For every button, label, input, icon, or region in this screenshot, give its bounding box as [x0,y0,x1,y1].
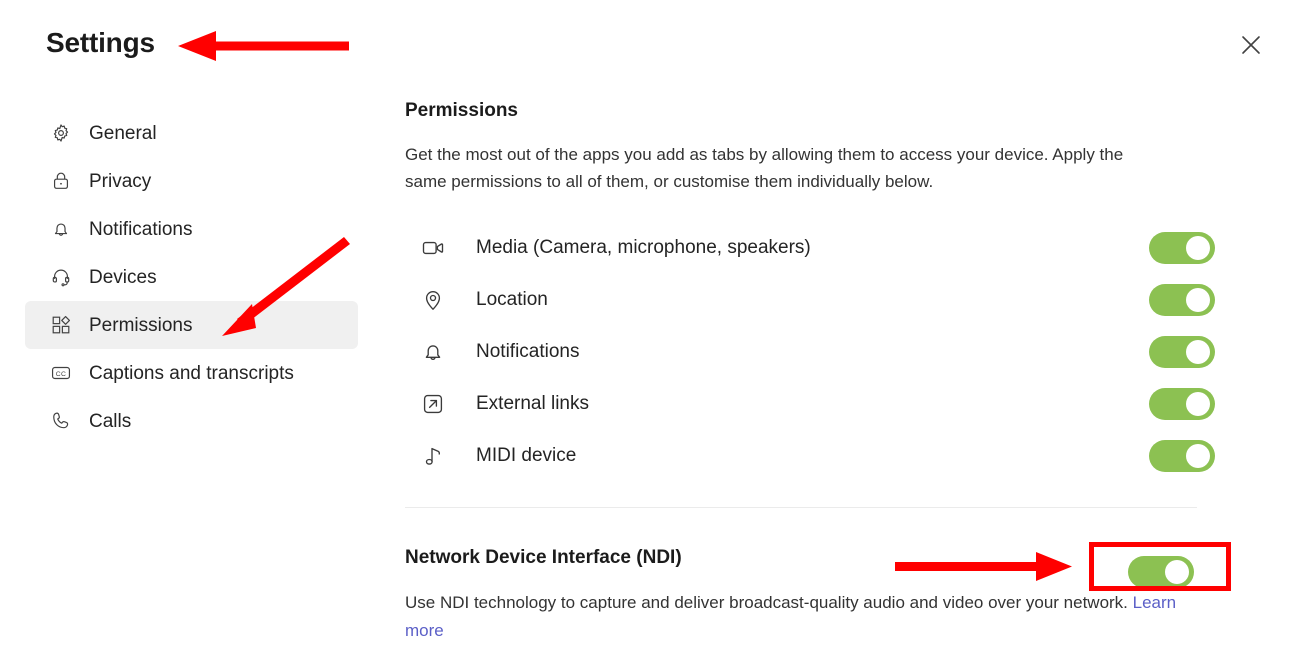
sidebar-item-notifications[interactable]: Notifications [25,205,358,253]
toggle-knob [1186,236,1210,260]
sidebar-item-devices[interactable]: Devices [25,253,358,301]
sidebar-item-label: Privacy [89,170,152,192]
page-title: Settings [46,27,155,58]
permission-list: Media (Camera, microphone, speakers) Loc… [420,222,1215,482]
sidebar-item-label: Calls [89,410,132,432]
section-divider [405,507,1197,508]
permission-row-midi-device: MIDI device [420,430,1215,482]
gear-icon [49,121,73,145]
close-icon [1240,34,1262,56]
permission-label: Media (Camera, microphone, speakers) [476,237,811,258]
permissions-description: Get the most out of the apps you add as … [405,145,1124,191]
permission-row-media: Media (Camera, microphone, speakers) [420,222,1215,274]
sidebar-item-calls[interactable]: Calls [25,397,358,445]
toggle-midi-device[interactable] [1149,440,1215,472]
sidebar-item-label: Notifications [89,218,193,240]
ndi-description-text: Use NDI technology to capture and delive… [405,593,1133,612]
sidebar-item-label: Devices [89,266,157,288]
toggle-knob [1165,560,1189,584]
toggle-knob [1186,288,1210,312]
permission-row-notifications: Notifications [420,326,1215,378]
headset-icon [49,265,73,289]
toggle-external-links[interactable] [1149,388,1215,420]
permission-row-external-links: External links [420,378,1215,430]
sidebar-item-label: Captions and transcripts [89,362,294,384]
sidebar-item-captions-and-transcripts[interactable]: CC Captions and transcripts [25,349,358,397]
ndi-section: Network Device Interface (NDI) Use NDI t… [405,548,1205,662]
sidebar-item-privacy[interactable]: Privacy [25,157,358,205]
external-link-icon [420,391,446,417]
toggle-ndi[interactable] [1128,556,1194,588]
sidebar-item-general[interactable]: General [25,109,358,157]
apps-grid-icon [49,313,73,337]
ndi-description: Use NDI technology to capture and delive… [405,589,1180,645]
svg-text:CC: CC [56,371,67,378]
permission-label: External links [476,393,589,414]
music-note-icon [420,443,446,469]
location-pin-icon [420,287,446,313]
toggle-location[interactable] [1149,284,1215,316]
toggle-notifications[interactable] [1149,336,1215,368]
sidebar-item-permissions[interactable]: Permissions [25,301,358,349]
permission-label: Location [476,289,548,310]
bell-icon [49,217,73,241]
ndi-title: Network Device Interface (NDI) [405,547,682,568]
settings-sidebar: General Privacy Notifications Devices Pe… [25,109,358,445]
close-button[interactable] [1232,26,1270,64]
lock-icon [49,169,73,193]
permission-row-location: Location [420,274,1215,326]
sidebar-item-label: General [89,122,157,144]
video-camera-icon [420,235,446,261]
permissions-heading: Permissions [405,99,518,121]
bell-icon [420,339,446,365]
settings-dialog: Settings General Privacy Notifications D… [0,0,1300,669]
permission-label: MIDI device [476,445,577,466]
phone-icon [49,409,73,433]
sidebar-item-label: Permissions [89,314,193,336]
permission-label: Notifications [476,341,580,362]
ndi-toggle-wrapper [1128,556,1194,588]
toggle-knob [1186,340,1210,364]
toggle-knob [1186,444,1210,468]
arrow-to-settings-title [178,31,349,61]
toggle-knob [1186,392,1210,416]
closed-caption-icon: CC [49,361,73,385]
toggle-media[interactable] [1149,232,1215,264]
